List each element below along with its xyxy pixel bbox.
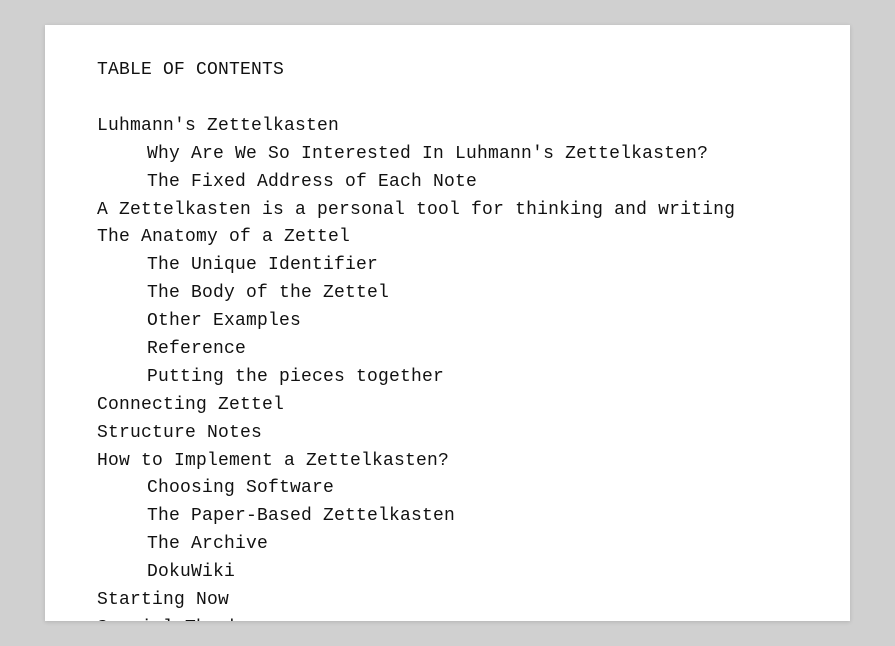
toc-link[interactable]: Structure Notes xyxy=(97,423,262,443)
toc-item: Other Examples xyxy=(97,308,798,336)
document-page: TABLE OF CONTENTS Luhmann's Zettelkasten… xyxy=(45,25,850,621)
toc-item: Putting the pieces together xyxy=(97,364,798,392)
toc-title: TABLE OF CONTENTS xyxy=(97,57,798,85)
toc-item: DokuWiki xyxy=(97,559,798,587)
toc-link[interactable]: Putting the pieces together xyxy=(147,367,444,387)
toc-link[interactable]: Choosing Software xyxy=(147,478,334,498)
toc-link[interactable]: Starting Now xyxy=(97,590,229,610)
toc-link[interactable]: The Archive xyxy=(147,534,268,554)
toc-item: Luhmann's Zettelkasten xyxy=(97,113,798,141)
toc-list: Luhmann's Zettelkasten Why Are We So Inte… xyxy=(97,113,798,621)
toc-link[interactable]: A Zettelkasten is a personal tool for th… xyxy=(97,200,735,220)
toc-link[interactable]: The Unique Identifier xyxy=(147,255,378,275)
toc-item: How to Implement a Zettelkasten? xyxy=(97,448,798,476)
toc-link[interactable]: Connecting Zettel xyxy=(97,395,284,415)
toc-item: Choosing Software xyxy=(97,475,798,503)
toc-item: The Unique Identifier xyxy=(97,252,798,280)
toc-link[interactable]: Luhmann's Zettelkasten xyxy=(97,116,339,136)
toc-link[interactable]: The Body of the Zettel xyxy=(147,283,389,303)
toc-link[interactable]: Reference xyxy=(147,339,246,359)
toc-item: Why Are We So Interested In Luhmann's Ze… xyxy=(97,141,798,169)
toc-item: The Anatomy of a Zettel xyxy=(97,224,798,252)
toc-link[interactable]: The Fixed Address of Each Note xyxy=(147,172,477,192)
toc-item: A Zettelkasten is a personal tool for th… xyxy=(97,197,798,225)
toc-item: Structure Notes xyxy=(97,420,798,448)
toc-item: The Paper-Based Zettelkasten xyxy=(97,503,798,531)
toc-item: The Archive xyxy=(97,531,798,559)
toc-link[interactable]: Why Are We So Interested In Luhmann's Ze… xyxy=(147,144,708,164)
toc-link[interactable]: The Paper-Based Zettelkasten xyxy=(147,506,455,526)
toc-item: Connecting Zettel xyxy=(97,392,798,420)
toc-link[interactable]: Other Examples xyxy=(147,311,301,331)
toc-link[interactable]: Special Thanks xyxy=(97,618,251,621)
toc-link[interactable]: How to Implement a Zettelkasten? xyxy=(97,451,449,471)
toc-link[interactable]: The Anatomy of a Zettel xyxy=(97,227,350,247)
toc-item: Starting Now xyxy=(97,587,798,615)
toc-item: The Body of the Zettel xyxy=(97,280,798,308)
toc-item: Reference xyxy=(97,336,798,364)
toc-item: The Fixed Address of Each Note xyxy=(97,169,798,197)
toc-link[interactable]: DokuWiki xyxy=(147,562,235,582)
toc-item: Special Thanks xyxy=(97,615,798,621)
